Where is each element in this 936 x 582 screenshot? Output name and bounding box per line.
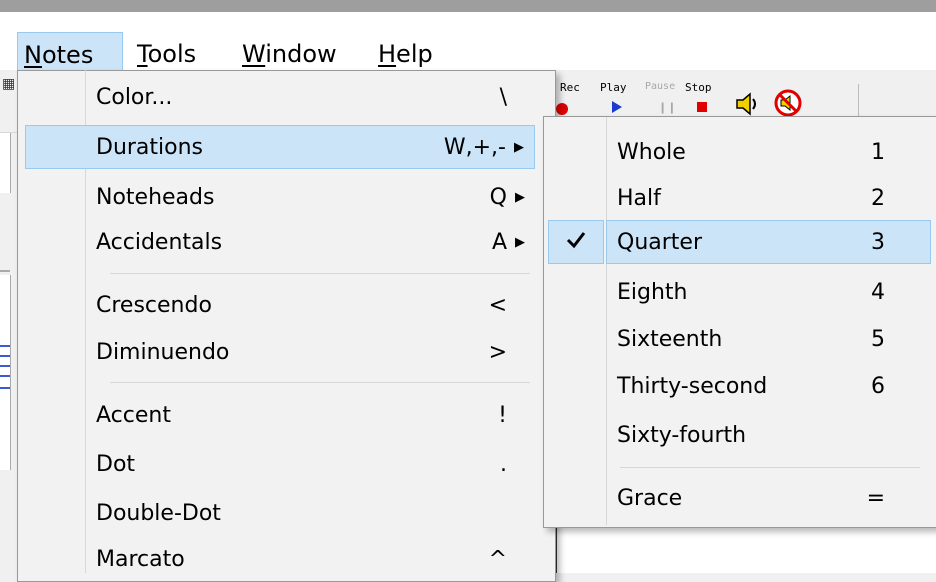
menu-item-color[interactable]: Color... \ xyxy=(25,76,535,120)
menu-item-durations[interactable]: Durations W,+,- ▶ xyxy=(25,125,535,169)
play-icon xyxy=(612,101,622,113)
left-pane xyxy=(0,133,11,193)
speaker-icon[interactable] xyxy=(734,91,760,117)
menu-item-crescendo[interactable]: Crescendo < xyxy=(25,284,535,328)
toolbar-glyph: ▦ xyxy=(2,76,16,92)
menu-bar: Notes Tools Window Help xyxy=(0,12,936,76)
menu-item-diminuendo[interactable]: Diminuendo > xyxy=(25,331,535,375)
duration-item-sixty-fourth[interactable]: Sixty-fourth xyxy=(547,414,931,458)
menu-item-marcato[interactable]: Marcato ^ xyxy=(25,538,535,582)
duration-item-whole[interactable]: Whole 1 xyxy=(547,131,931,175)
submenu-arrow-icon: ▶ xyxy=(514,140,524,155)
staff-line xyxy=(0,355,10,357)
window-top-strip xyxy=(0,0,936,12)
menu-item-noteheads[interactable]: Noteheads Q ▶ xyxy=(25,176,535,220)
duration-item-eighth[interactable]: Eighth 4 xyxy=(547,271,931,315)
duration-item-thirty-second[interactable]: Thirty-second 6 xyxy=(547,365,931,409)
menu-item-double-dot[interactable]: Double-Dot xyxy=(25,492,535,536)
submenu-separator xyxy=(620,467,920,468)
score-pane xyxy=(0,275,11,470)
menu-separator xyxy=(110,273,530,274)
staff-line xyxy=(0,375,10,377)
rec-button[interactable]: Rec xyxy=(560,81,580,94)
menu-item-accent[interactable]: Accent ! xyxy=(25,394,535,438)
pause-button[interactable]: Pause xyxy=(645,81,675,92)
duration-item-sixteenth[interactable]: Sixteenth 5 xyxy=(547,318,931,362)
stop-button[interactable]: Stop xyxy=(685,81,712,94)
left-pane-divider xyxy=(0,270,10,272)
toolbar-separator xyxy=(858,84,859,120)
duration-item-grace[interactable]: Grace = xyxy=(547,477,931,521)
checkmark-icon xyxy=(566,232,586,249)
staff-line xyxy=(0,365,10,367)
score-canvas xyxy=(555,524,936,573)
pause-icon: ❙❙ xyxy=(658,101,677,114)
staff-line xyxy=(0,387,10,389)
duration-item-half[interactable]: Half 2 xyxy=(547,177,931,221)
record-icon xyxy=(556,103,568,115)
duration-item-quarter[interactable]: Quarter 3 xyxy=(606,220,931,264)
menu-separator xyxy=(110,382,530,383)
submenu-arrow-icon: ▶ xyxy=(515,235,525,250)
stop-icon xyxy=(697,102,707,112)
submenu-arrow-icon: ▶ xyxy=(515,190,525,205)
menu-item-dot[interactable]: Dot . xyxy=(25,443,535,487)
play-button[interactable]: Play xyxy=(600,81,627,94)
staff-line xyxy=(0,345,10,347)
mute-icon[interactable] xyxy=(774,89,802,117)
menu-item-accidentals[interactable]: Accidentals A ▶ xyxy=(25,221,535,265)
